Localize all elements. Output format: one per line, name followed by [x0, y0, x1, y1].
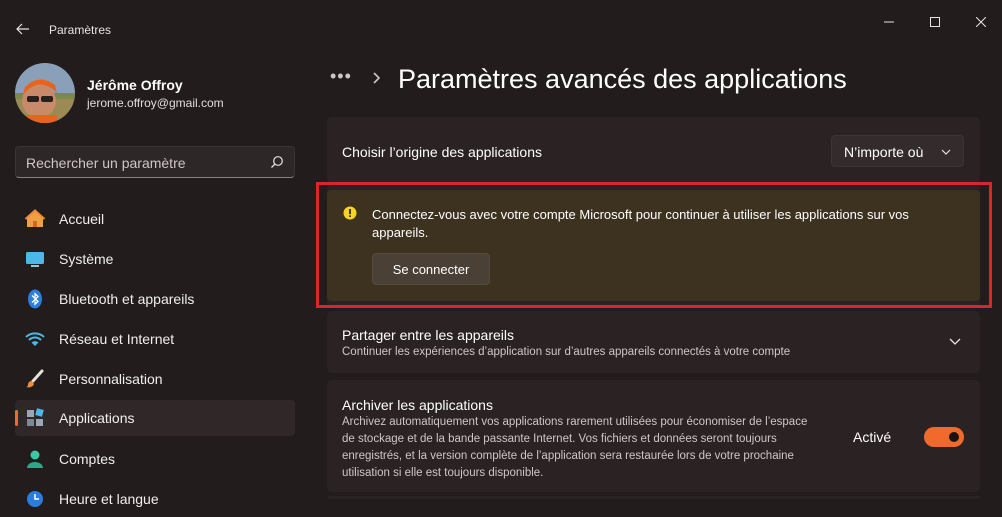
wifi-icon	[24, 328, 46, 350]
sidebar-item-label: Comptes	[59, 451, 116, 467]
home-icon	[24, 208, 46, 230]
sidebar-item-reseau[interactable]: Réseau et Internet	[15, 321, 295, 357]
bluetooth-icon	[24, 288, 46, 310]
close-icon	[976, 17, 986, 27]
sidebar-item-label: Accueil	[59, 211, 105, 227]
origin-dropdown-value: N’importe où	[844, 144, 924, 160]
paintbrush-icon	[24, 368, 46, 390]
sidebar-item-label: Heure et langue	[59, 491, 159, 507]
sidebar-item-label: Personnalisation	[59, 371, 163, 387]
window-title: Paramètres	[49, 23, 112, 37]
origin-label: Choisir l’origine des applications	[342, 144, 542, 160]
share-title: Partager entre les appareils	[342, 327, 514, 343]
archive-title: Archiver les applications	[342, 397, 493, 413]
minimize-button[interactable]	[866, 10, 912, 34]
highlight-frame	[316, 182, 992, 308]
search-box[interactable]	[15, 146, 295, 178]
avatar	[15, 63, 75, 123]
sidebar-item-label: Système	[59, 251, 114, 267]
search-input[interactable]	[26, 155, 256, 171]
sidebar-item-label: Réseau et Internet	[59, 331, 175, 347]
apps-icon	[24, 407, 46, 429]
breadcrumb-more-button[interactable]: •••	[330, 66, 352, 87]
sidebar-item-bluetooth[interactable]: Bluetooth et appareils	[15, 281, 295, 317]
chevron-right-icon	[373, 72, 381, 84]
maximize-icon	[930, 17, 940, 27]
minimize-icon	[884, 21, 894, 23]
sidebar-item-label: Applications	[59, 410, 135, 426]
sidebar-item-personnalisation[interactable]: Personnalisation	[15, 361, 295, 397]
toggle-knob	[949, 432, 959, 442]
sidebar-item-accueil[interactable]: Accueil	[15, 201, 295, 237]
sidebar-item-systeme[interactable]: Système	[15, 241, 295, 277]
sidebar-item-applications[interactable]: Applications	[15, 400, 295, 436]
search-icon[interactable]	[270, 155, 284, 169]
archive-toggle[interactable]	[924, 427, 964, 447]
share-description: Continuer les expériences d’application …	[342, 346, 791, 358]
user-name: Jérôme Offroy	[87, 77, 183, 93]
sidebar-item-comptes[interactable]: Comptes	[15, 441, 295, 477]
person-icon	[24, 448, 46, 470]
back-button[interactable]	[10, 16, 36, 42]
selection-indicator	[15, 410, 18, 426]
arrow-left-icon	[16, 23, 29, 35]
archive-toggle-label: Activé	[853, 429, 892, 445]
chevron-down-icon[interactable]	[948, 336, 962, 348]
sidebar-item-heure-langue[interactable]: Heure et langue	[15, 481, 295, 517]
origin-dropdown[interactable]: N’importe où	[831, 135, 964, 167]
sidebar-item-label: Bluetooth et appareils	[59, 291, 195, 307]
archive-description: Archivez automatiquement vos application…	[342, 416, 808, 479]
maximize-button[interactable]	[912, 10, 958, 34]
page-title: Paramètres avancés des applications	[398, 64, 847, 94]
chevron-down-icon	[941, 149, 951, 155]
user-email: jerome.offroy@gmail.com	[87, 96, 224, 110]
close-button[interactable]	[958, 10, 1002, 34]
monitor-icon	[24, 248, 46, 270]
clock-globe-icon	[24, 488, 46, 510]
